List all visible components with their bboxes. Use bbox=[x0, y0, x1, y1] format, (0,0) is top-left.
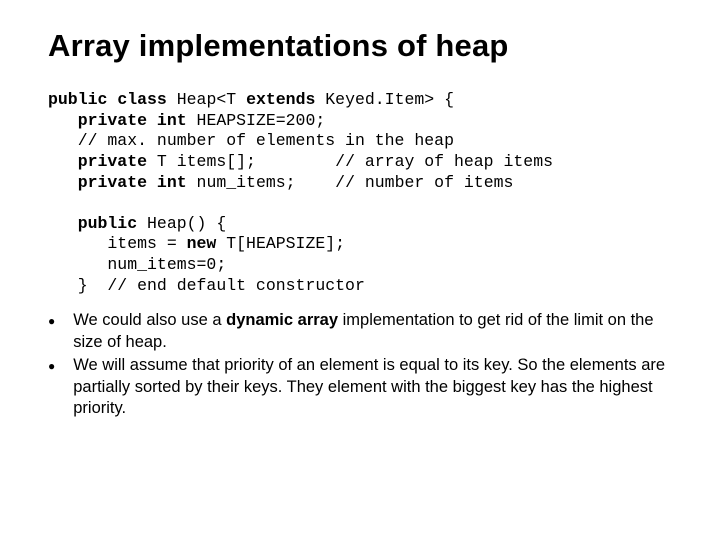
code-text: Heap() { bbox=[137, 214, 226, 233]
code-text: num_items; // number of items bbox=[187, 173, 514, 192]
list-item: ● We will assume that priority of an ele… bbox=[48, 355, 680, 419]
bullet-text: We will assume that priority of an eleme… bbox=[73, 355, 680, 419]
code-comment: // max. number of elements in the heap bbox=[48, 131, 454, 150]
code-text: T items[]; // array of heap items bbox=[147, 152, 553, 171]
kw-class: class bbox=[107, 90, 166, 109]
kw-public: public bbox=[48, 214, 137, 233]
text-bold: dynamic array bbox=[226, 311, 338, 329]
code-text: num_items=0; bbox=[48, 255, 226, 274]
slide: Array implementations of heap public cla… bbox=[0, 0, 720, 540]
kw-private: private bbox=[48, 173, 147, 192]
code-text: } // end default constructor bbox=[48, 276, 365, 295]
bullet-text: We could also use a dynamic array implem… bbox=[73, 310, 680, 353]
text-pre: We will assume that priority of an eleme… bbox=[73, 356, 665, 417]
text-pre: We could also use a bbox=[73, 311, 226, 329]
list-item: ● We could also use a dynamic array impl… bbox=[48, 310, 680, 353]
code-text: Keyed.Item> { bbox=[315, 90, 454, 109]
slide-title: Array implementations of heap bbox=[48, 28, 680, 64]
kw-new: new bbox=[187, 234, 217, 253]
kw-public: public bbox=[48, 90, 107, 109]
code-text: T[HEAPSIZE]; bbox=[216, 234, 345, 253]
bullet-icon: ● bbox=[48, 355, 55, 377]
code-text: items = bbox=[48, 234, 187, 253]
bullet-list: ● We could also use a dynamic array impl… bbox=[48, 306, 680, 419]
bullet-icon: ● bbox=[48, 310, 55, 332]
kw-private: private bbox=[48, 111, 147, 130]
kw-int: int bbox=[147, 111, 187, 130]
kw-int: int bbox=[147, 173, 187, 192]
code-text: HEAPSIZE=200; bbox=[187, 111, 326, 130]
code-text: Heap<T bbox=[167, 90, 246, 109]
code-block: public class Heap<T extends Keyed.Item> … bbox=[48, 90, 680, 296]
kw-extends: extends bbox=[246, 90, 315, 109]
kw-private: private bbox=[48, 152, 147, 171]
